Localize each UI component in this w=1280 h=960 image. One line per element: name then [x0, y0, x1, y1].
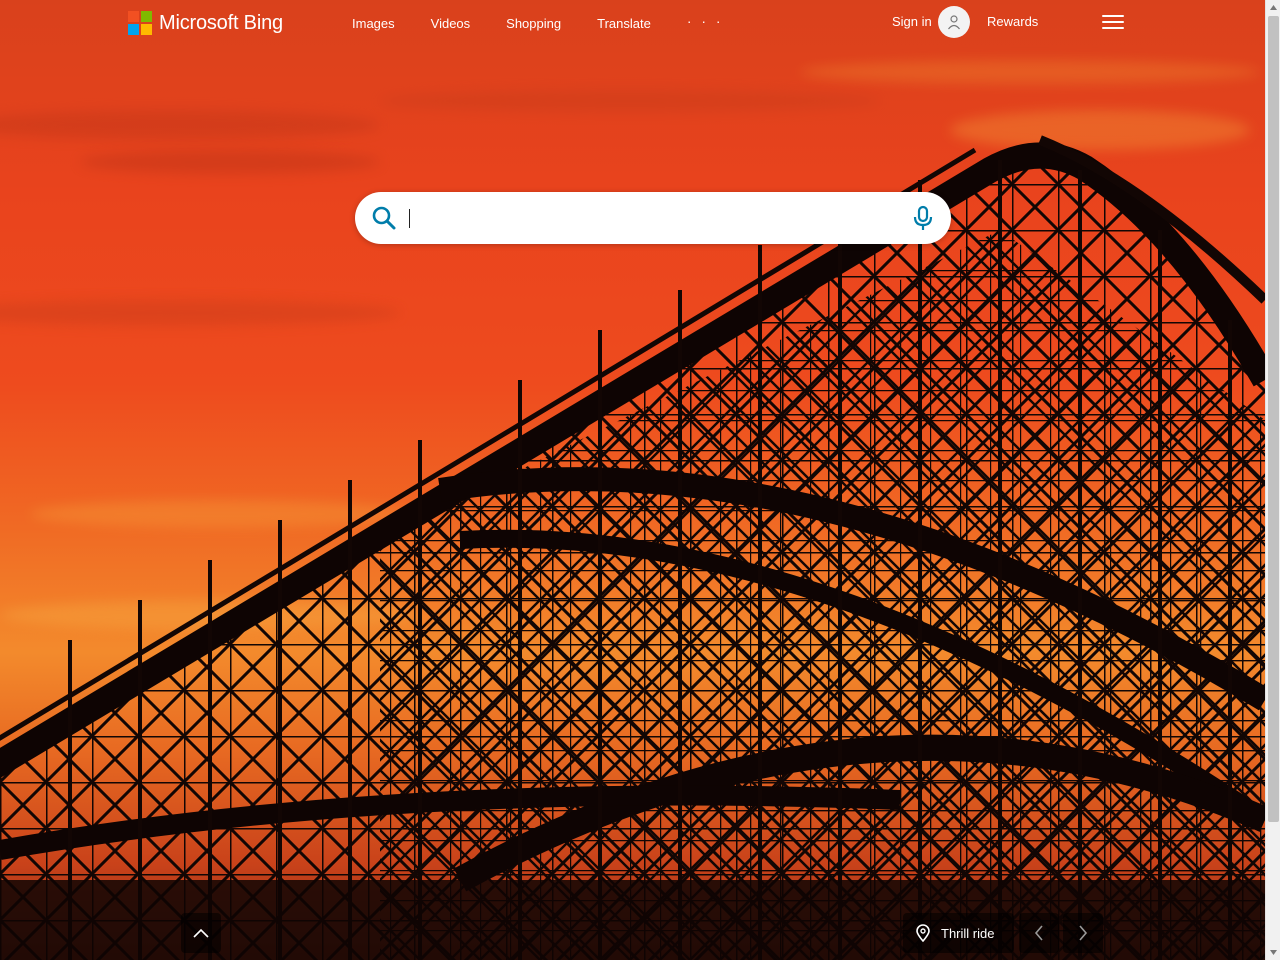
location-pin-icon — [916, 924, 930, 942]
next-image-button[interactable] — [1063, 913, 1103, 953]
scrollbar-down-arrow[interactable] — [1266, 945, 1280, 960]
microphone-icon[interactable] — [911, 205, 935, 231]
roller-coaster-silhouette — [0, 135, 1265, 960]
avatar[interactable] — [938, 6, 970, 38]
homepage-background: Microsoft Bing Images Videos Shopping Tr… — [0, 0, 1280, 960]
hamburger-menu-icon[interactable] — [1102, 13, 1124, 31]
nav-videos[interactable]: Videos — [431, 16, 471, 31]
sign-in-link[interactable]: Sign in — [892, 14, 932, 29]
rewards-link[interactable]: Rewards — [987, 14, 1038, 29]
vertical-scrollbar[interactable] — [1265, 0, 1280, 960]
logo-text: Microsoft Bing — [159, 11, 283, 34]
more-options-button[interactable]: · · · — [687, 13, 724, 29]
search-box[interactable] — [355, 192, 951, 244]
triangle-down-icon — [1270, 950, 1277, 955]
nav-translate[interactable]: Translate — [597, 16, 651, 31]
microsoft-bing-logo[interactable]: Microsoft Bing — [128, 10, 283, 36]
top-nav: Images Videos Shopping Translate · · · — [352, 13, 724, 32]
chevron-left-icon — [1034, 925, 1043, 941]
scrollbar-up-arrow[interactable] — [1266, 0, 1280, 15]
text-caret — [409, 209, 410, 228]
chevron-right-icon — [1079, 925, 1088, 941]
image-title: Thrill ride — [941, 925, 995, 941]
previous-image-button[interactable] — [1019, 913, 1059, 953]
nav-images[interactable]: Images — [352, 16, 395, 31]
search-icon[interactable] — [371, 205, 397, 231]
user-icon — [948, 15, 960, 30]
nav-shopping[interactable]: Shopping — [506, 16, 561, 31]
microsoft-logo-icon — [128, 11, 152, 35]
scroll-up-button[interactable] — [181, 913, 221, 953]
top-header: Microsoft Bing Images Videos Shopping Tr… — [0, 0, 1265, 48]
scrollbar-thumb[interactable] — [1268, 16, 1279, 822]
chevron-up-icon — [193, 928, 209, 938]
search-input[interactable] — [407, 204, 897, 232]
image-location-chip[interactable]: Thrill ride — [903, 913, 1014, 953]
triangle-up-icon — [1270, 5, 1277, 10]
